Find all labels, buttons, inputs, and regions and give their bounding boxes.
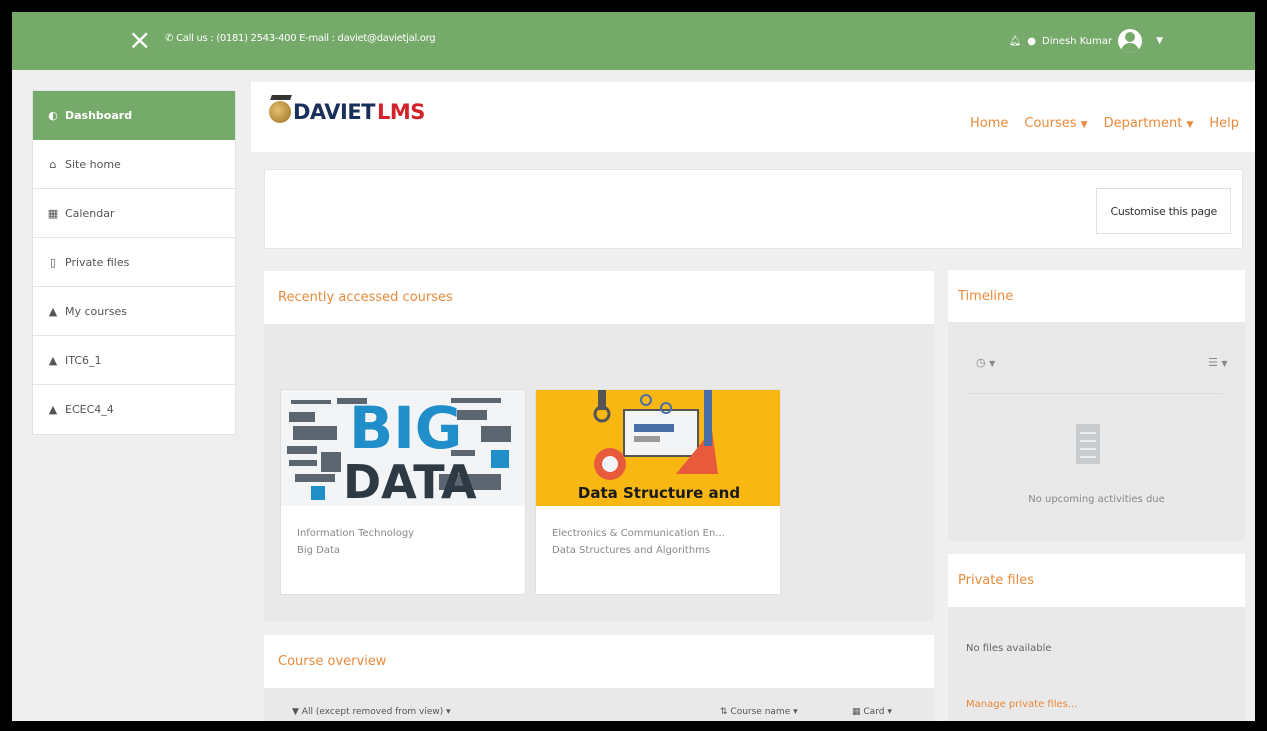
nav-department[interactable]: Department ▼ — [1104, 116, 1194, 131]
sidebar-item-label: Site home — [65, 157, 121, 171]
sidebar-item-label: Calendar — [65, 206, 115, 220]
timeline-empty-text: No upcoming activities due — [1028, 494, 1165, 505]
recent-courses-block: Recently accessed courses BIG DATA Infor… — [264, 271, 934, 621]
user-name[interactable]: Dinesh Kumar — [1042, 36, 1112, 47]
course-category: Electronics & Communication En... — [552, 528, 725, 539]
close-icon[interactable]: × — [128, 26, 151, 54]
sidebar-item-private-files[interactable]: ▯ Private files — [33, 238, 235, 287]
sort-icon: ⇅ — [720, 707, 728, 717]
chevron-down-icon: ▼ — [1186, 120, 1194, 130]
filter-label: All (except removed from view) — [301, 707, 444, 717]
private-files-title: Private files — [948, 554, 1245, 607]
empty-activities-icon — [1076, 424, 1100, 464]
nav-courses[interactable]: Courses ▼ — [1024, 116, 1087, 131]
manage-private-files-link[interactable]: Manage private files... — [966, 699, 1077, 710]
nav-department-label: Department — [1103, 116, 1183, 131]
graduation-cap-icon: ▲ — [48, 403, 58, 416]
nav-home[interactable]: Home — [970, 116, 1008, 131]
main-nav: Home Courses ▼ Department ▼ Help — [970, 116, 1239, 131]
nav-help[interactable]: Help — [1209, 116, 1239, 131]
header: DAVIET LMS Home Courses ▼ Department ▼ H… — [251, 82, 1255, 152]
course-name[interactable]: Big Data — [281, 539, 525, 556]
course-image-big-data[interactable]: BIG DATA — [281, 390, 525, 506]
course-image-caption: Data Structure and — [578, 484, 740, 502]
home-icon: ⌂ — [49, 157, 57, 171]
sidebar-item-site-home[interactable]: ⌂ Site home — [33, 140, 235, 189]
graduation-cap-icon: ▲ — [48, 304, 58, 318]
file-icon: ▯ — [49, 255, 57, 269]
timeline-block: Timeline ◷ ▼ ☰ ▼ No upcoming activities … — [948, 270, 1245, 541]
sidebar-item-label: My courses — [65, 304, 127, 318]
big-data-wordcloud: BIG DATA — [281, 390, 525, 506]
phone-icon: ✆ — [165, 33, 174, 44]
filter-icon: ▼ — [292, 707, 299, 717]
chevron-down-icon: ▼ — [1080, 120, 1088, 130]
sidebar-item-label: ECEC4_4 — [65, 403, 114, 416]
clock-icon: ◷ — [976, 356, 986, 369]
recent-courses-title: Recently accessed courses — [264, 271, 934, 324]
page-frame: × ✆ Call us : (0181) 2543-400 E-mail : d… — [12, 12, 1255, 721]
customise-page-button[interactable]: Customise this page — [1096, 188, 1231, 234]
course-card[interactable]: Data Structure and Electronics & Communi… — [535, 389, 781, 595]
grid-icon: ▦ — [852, 707, 861, 717]
filter-dropdown[interactable]: ▼ All (except removed from view) ▾ — [292, 707, 451, 717]
bell-icon[interactable]: 🔔︎ — [1009, 36, 1022, 47]
user-menu-caret-icon[interactable]: ▼ — [1156, 36, 1163, 46]
sidebar-item-ecec4[interactable]: ▲ ECEC4_4 — [33, 385, 235, 434]
course-overview-title: Course overview — [264, 635, 934, 688]
sidebar-item-itc6[interactable]: ▲ ITC6_1 — [33, 336, 235, 385]
chat-icon[interactable]: ● — [1027, 36, 1036, 47]
logo-emblem-icon — [269, 101, 291, 123]
sidebar-item-my-courses[interactable]: ▲ My courses — [33, 287, 235, 336]
divider — [968, 393, 1223, 394]
logo-text-accent: LMS — [377, 100, 425, 124]
sidebar-item-calendar[interactable]: ▦ Calendar — [33, 189, 235, 238]
sort-list-icon: ☰ — [1208, 356, 1218, 369]
timeline-sort-dropdown[interactable]: ☰ ▼ — [1208, 356, 1228, 369]
course-card[interactable]: BIG DATA Information Technology Big Data — [280, 389, 526, 595]
chevron-down-icon: ▼ — [1221, 359, 1228, 368]
big-data-word-big: BIG — [349, 394, 462, 462]
avatar[interactable] — [1118, 29, 1143, 53]
chevron-down-icon: ▾ — [887, 707, 892, 717]
contact-text: Call us : (0181) 2543-400 E-mail : davie… — [176, 33, 436, 44]
logo[interactable]: DAVIET LMS — [269, 100, 425, 124]
course-category: Information Technology — [297, 528, 415, 539]
sidebar-item-label: Dashboard — [65, 109, 133, 122]
chevron-down-icon: ▾ — [793, 707, 798, 717]
user-area: 🔔︎ ● Dinesh Kumar ▼ — [1009, 29, 1163, 53]
timeline-title: Timeline — [948, 270, 1245, 322]
customise-card: Customise this page — [264, 169, 1243, 249]
big-data-word-data: DATA — [343, 455, 477, 506]
course-name[interactable]: Data Structures and Algorithms — [536, 539, 780, 556]
sort-dropdown[interactable]: ⇅ Course name ▾ — [720, 707, 798, 717]
sidebar-item-label: ITC6_1 — [65, 353, 102, 367]
chevron-down-icon: ▾ — [446, 707, 451, 717]
sidebar: ◐ Dashboard ⌂ Site home ▦ Calendar ▯ Pri… — [32, 90, 236, 435]
private-files-block: Private files No files available Manage … — [948, 554, 1245, 721]
timeline-filter-dropdown[interactable]: ◷ ▼ — [976, 356, 995, 369]
view-label: Card — [863, 707, 885, 717]
calendar-icon: ▦ — [47, 206, 59, 220]
top-bar: × ✆ Call us : (0181) 2543-400 E-mail : d… — [12, 12, 1255, 70]
chevron-down-icon: ▼ — [989, 359, 996, 368]
contact-info: ✆ Call us : (0181) 2543-400 E-mail : dav… — [165, 33, 436, 44]
data-structure-illustration: Data Structure and — [536, 390, 780, 506]
sidebar-item-label: Private files — [65, 255, 130, 269]
course-overview-block: Course overview ▼ All (except removed fr… — [264, 635, 934, 721]
view-dropdown[interactable]: ▦ Card ▾ — [852, 707, 892, 717]
course-image-data-structures[interactable]: Data Structure and — [536, 390, 780, 506]
no-files-text: No files available — [966, 643, 1052, 654]
dashboard-icon: ◐ — [48, 109, 58, 122]
graduation-cap-icon: ▲ — [48, 353, 58, 367]
sort-label: Course name — [730, 707, 791, 717]
sidebar-item-dashboard[interactable]: ◐ Dashboard — [33, 91, 235, 140]
logo-text: DAVIET — [293, 100, 376, 124]
nav-courses-label: Courses — [1024, 116, 1077, 131]
